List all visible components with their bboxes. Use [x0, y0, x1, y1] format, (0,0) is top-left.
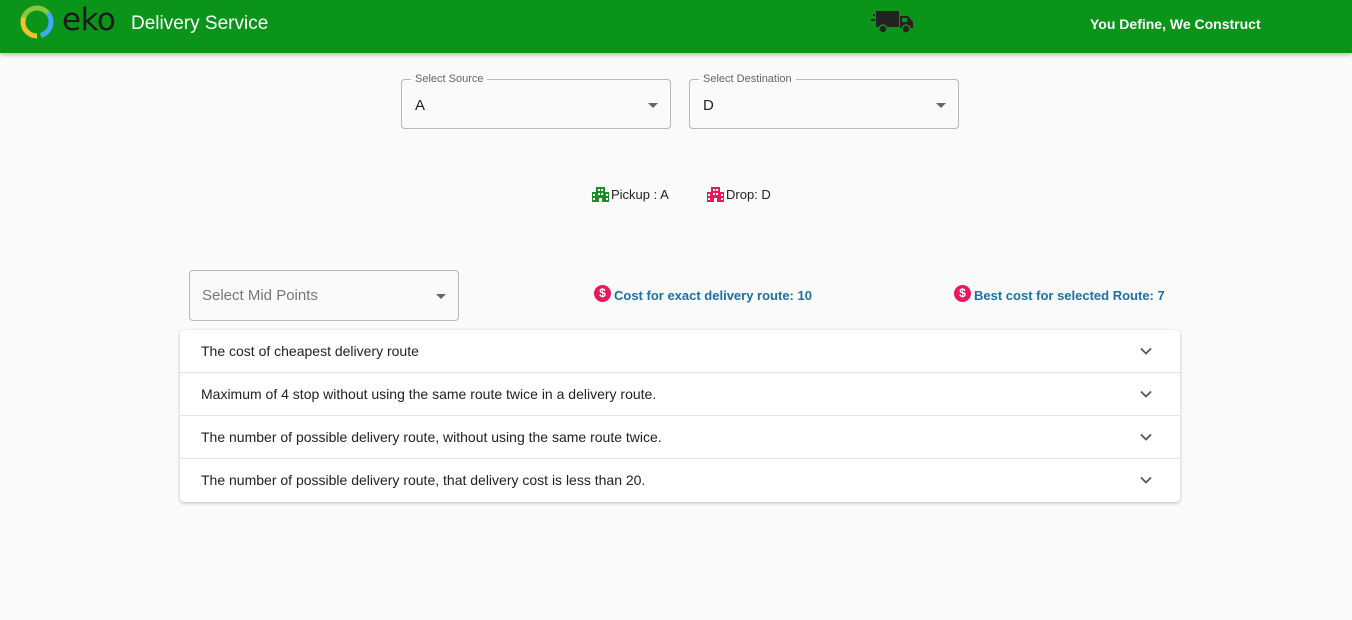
- pickup-marker: Pickup : A: [592, 186, 669, 203]
- chevron-down-icon: [1140, 476, 1152, 484]
- pickup-label: Pickup : A: [611, 187, 669, 202]
- accordion-item-label: The number of possible delivery route, w…: [201, 429, 662, 445]
- chevron-down-icon: [1140, 390, 1152, 398]
- midpoints-placeholder: Select Mid Points: [202, 287, 318, 304]
- caret-down-icon: [936, 103, 946, 108]
- caret-down-icon: [648, 103, 658, 108]
- best-route-cost-text: Best cost for selected Route: 7: [974, 288, 1165, 303]
- exact-route-cost: $ Cost for exact delivery route: 10: [594, 285, 812, 304]
- dollar-icon: $: [594, 285, 611, 302]
- question-accordion: The cost of cheapest delivery route Maxi…: [180, 330, 1180, 502]
- source-select[interactable]: Select Source A: [401, 73, 671, 129]
- destination-select-label: Select Destination: [699, 73, 796, 85]
- destination-select[interactable]: Select Destination D: [689, 73, 959, 129]
- building-icon: [707, 187, 724, 202]
- best-route-cost: $ Best cost for selected Route: 7: [954, 285, 1165, 304]
- logo-text: eko: [62, 2, 116, 38]
- source-select-label: Select Source: [411, 73, 488, 85]
- accordion-item-possible-routes[interactable]: The number of possible delivery route, w…: [180, 416, 1180, 459]
- logo-ring-icon: [20, 5, 54, 39]
- caret-down-icon: [436, 294, 446, 299]
- drop-marker: Drop: D: [707, 186, 771, 203]
- source-select-value: A: [415, 97, 426, 114]
- dollar-icon: $: [954, 285, 971, 302]
- accordion-item-max-stops[interactable]: Maximum of 4 stop without using the same…: [180, 373, 1180, 416]
- drop-label: Drop: D: [726, 187, 771, 202]
- accordion-item-label: Maximum of 4 stop without using the same…: [201, 386, 657, 402]
- midpoints-select[interactable]: Select Mid Points: [189, 270, 459, 321]
- accordion-item-label: The number of possible delivery route, t…: [201, 472, 646, 488]
- accordion-item-label: The cost of cheapest delivery route: [201, 343, 419, 359]
- accordion-item-cost-under-20[interactable]: The number of possible delivery route, t…: [180, 459, 1180, 502]
- accordion-item-cheapest-route[interactable]: The cost of cheapest delivery route: [180, 330, 1180, 373]
- slogan: You Define, We Construct: [1090, 16, 1261, 32]
- truck-icon: [871, 11, 913, 34]
- exact-route-cost-text: Cost for exact delivery route: 10: [614, 288, 812, 303]
- building-icon: [592, 187, 609, 202]
- app-title: Delivery Service: [131, 13, 269, 34]
- chevron-down-icon: [1140, 347, 1152, 355]
- destination-select-value: D: [703, 97, 714, 114]
- app-bar: eko Delivery Service You Define, We Cons…: [0, 0, 1352, 53]
- chevron-down-icon: [1140, 433, 1152, 441]
